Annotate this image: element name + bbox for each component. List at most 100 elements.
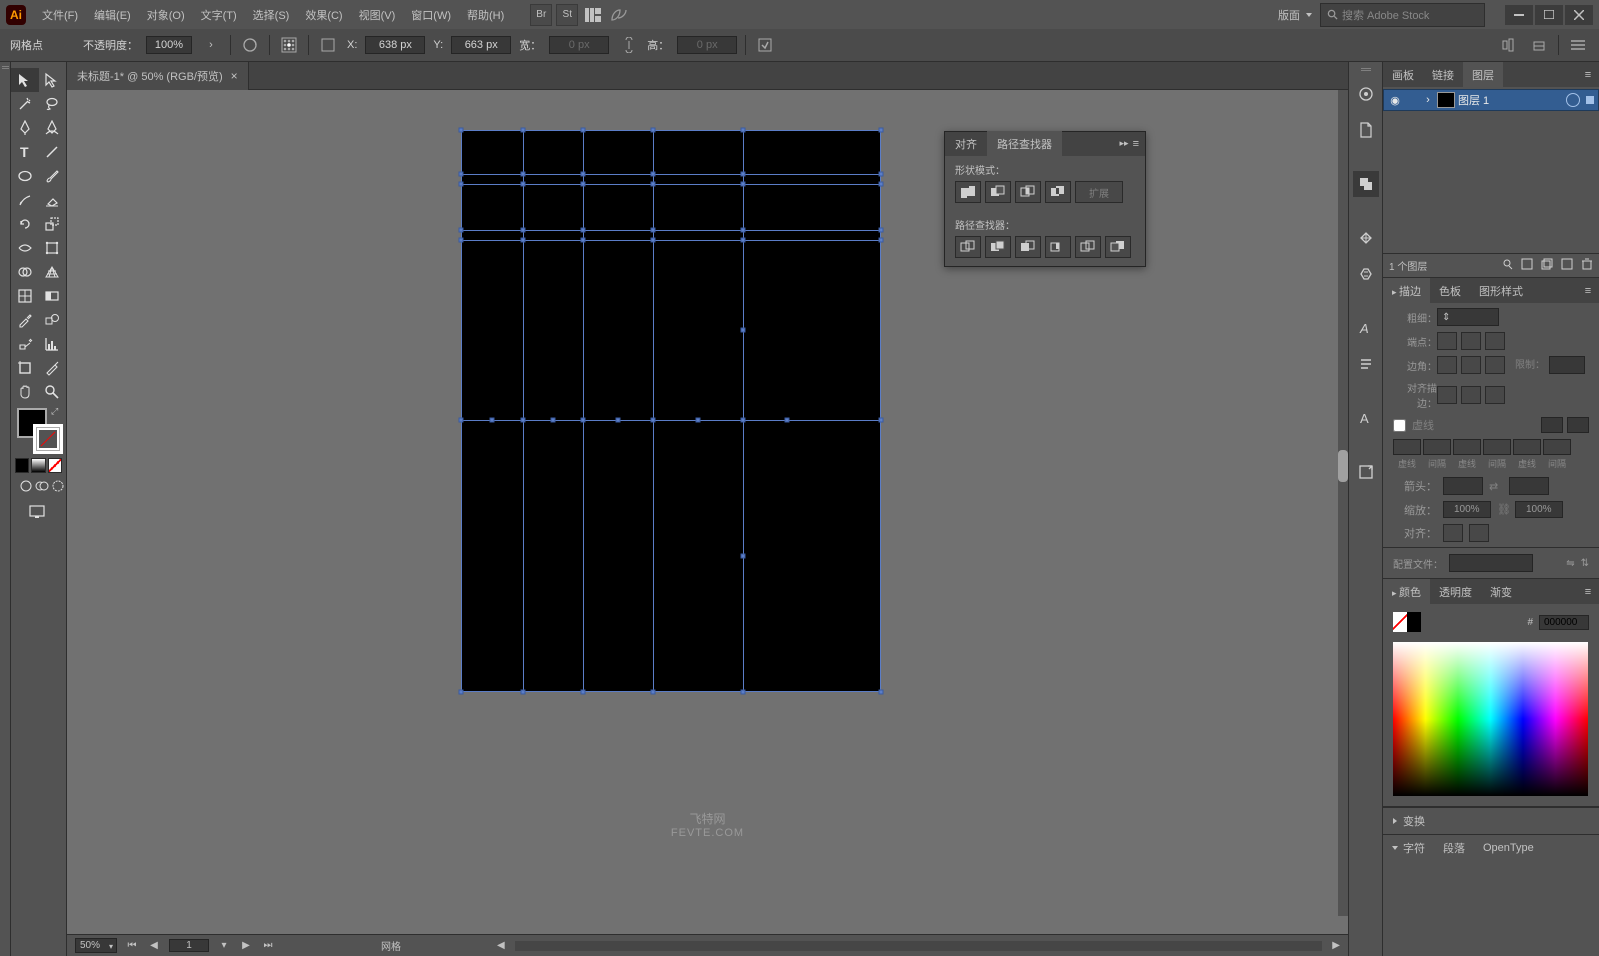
tab-stroke[interactable]: ▸ 描边	[1383, 278, 1430, 304]
h-scrollbar[interactable]	[515, 941, 1323, 951]
gap-3[interactable]	[1543, 439, 1571, 455]
draw-behind-icon[interactable]	[35, 479, 49, 493]
expand-layer-icon[interactable]: ›	[1418, 94, 1438, 106]
tab-artboard[interactable]: 画板	[1383, 62, 1423, 88]
dash-1[interactable]	[1393, 439, 1421, 455]
arrow-start[interactable]	[1443, 477, 1483, 495]
menu-window[interactable]: 窗口(W)	[403, 1, 459, 29]
tab-align[interactable]: 对齐	[945, 131, 987, 157]
menu-help[interactable]: 帮助(H)	[459, 1, 512, 29]
menu-edit[interactable]: 编辑(E)	[86, 1, 139, 29]
pen-tool[interactable]	[11, 116, 39, 140]
document-tab[interactable]: 未标题-1* @ 50% (RGB/预览) ×	[67, 62, 249, 90]
profile-select[interactable]	[1449, 554, 1533, 572]
last-page-icon[interactable]: ⏭	[261, 939, 275, 953]
selection-tool[interactable]	[11, 68, 39, 92]
pf-crop[interactable]	[1045, 236, 1071, 258]
rotate-tool[interactable]	[11, 212, 39, 236]
screen-mode-icon[interactable]	[11, 497, 66, 522]
dash-2[interactable]	[1453, 439, 1481, 455]
line-tool[interactable]	[39, 140, 67, 164]
fill-stroke-proxy[interactable]: ⤢	[11, 404, 66, 456]
scale-tool[interactable]	[39, 212, 67, 236]
menu-file[interactable]: 文件(F)	[34, 1, 86, 29]
y-input[interactable]	[451, 36, 511, 54]
eyedropper-tool[interactable]	[11, 308, 39, 332]
v-scrollbar[interactable]	[1338, 90, 1348, 916]
gap-2[interactable]	[1483, 439, 1511, 455]
curvature-tool[interactable]	[39, 116, 67, 140]
visibility-toggle-icon[interactable]: ◉	[1384, 94, 1406, 107]
tab-graphic-styles[interactable]: 图形样式	[1470, 278, 1532, 304]
flip-v-icon[interactable]: ⇅	[1581, 558, 1589, 569]
tab-pathfinder[interactable]: 路径查找器	[987, 131, 1062, 157]
document-icon[interactable]	[1353, 117, 1379, 143]
new-layer-icon[interactable]	[1561, 258, 1573, 273]
h-input[interactable]	[677, 36, 737, 54]
recolor-icon[interactable]	[239, 34, 261, 56]
layers-panel-menu-icon[interactable]: ≡	[1581, 69, 1595, 81]
pf-trim[interactable]	[985, 236, 1011, 258]
link-scale-icon[interactable]: ⛓	[1497, 503, 1509, 516]
delete-layer-icon[interactable]	[1581, 258, 1593, 273]
gradient-tool[interactable]	[39, 284, 67, 308]
ellipse-tool[interactable]	[11, 164, 39, 188]
arrow-end[interactable]	[1509, 477, 1549, 495]
gpu-icon[interactable]	[608, 4, 630, 26]
align-center[interactable]	[1437, 386, 1457, 404]
accordion-transform[interactable]: 变换	[1383, 807, 1599, 834]
locate-icon[interactable]	[1501, 258, 1513, 273]
pf-divide[interactable]	[955, 236, 981, 258]
pathfinder-icon[interactable]	[1353, 171, 1379, 197]
paintbrush-tool[interactable]	[39, 164, 67, 188]
align-panel-icon[interactable]	[1498, 34, 1520, 56]
menu-select[interactable]: 选择(S)	[245, 1, 298, 29]
tab-swatches[interactable]: 色板	[1430, 278, 1470, 304]
cap-square[interactable]	[1485, 332, 1505, 350]
swap-arrows-icon[interactable]: ⇄	[1489, 480, 1503, 493]
tab-close-icon[interactable]: ×	[231, 69, 238, 83]
accordion-character[interactable]: 字符 段落 OpenType	[1383, 834, 1599, 861]
link-wh-icon[interactable]	[617, 34, 639, 56]
scale-end[interactable]: 100%	[1515, 501, 1563, 518]
limit-input[interactable]	[1549, 356, 1585, 374]
dash-align-icon[interactable]	[1567, 417, 1589, 433]
isolate-icon[interactable]	[754, 34, 776, 56]
panel-menu-icon[interactable]	[1567, 34, 1589, 56]
h-scrollbar-right[interactable]: ▶	[1332, 940, 1340, 951]
menu-effect[interactable]: 效果(C)	[297, 1, 350, 29]
direct-selection-tool[interactable]	[39, 68, 67, 92]
first-page-icon[interactable]: ⏮	[125, 939, 139, 953]
character-icon[interactable]: A	[1353, 315, 1379, 341]
weight-select[interactable]: ⇕	[1437, 308, 1499, 326]
arrowalign-extend[interactable]	[1443, 524, 1463, 542]
align-outside[interactable]	[1485, 386, 1505, 404]
magic-wand-tool[interactable]	[11, 92, 39, 116]
type-tool[interactable]: T	[11, 140, 39, 164]
pf-merge[interactable]	[1015, 236, 1041, 258]
flip-h-icon[interactable]: ⇋	[1566, 558, 1574, 569]
pencil-tool[interactable]	[11, 188, 39, 212]
h-scrollbar-left[interactable]: ◀	[497, 940, 505, 951]
pf-intersect[interactable]	[1015, 181, 1041, 203]
new-sublayer-icon[interactable]	[1541, 258, 1553, 273]
w-input[interactable]	[549, 36, 609, 54]
corner-bevel[interactable]	[1485, 356, 1505, 374]
zoom-select[interactable]: 50%▾	[75, 938, 117, 953]
pf-expand[interactable]: 扩展	[1075, 181, 1123, 203]
layer-color-swatch[interactable]	[1438, 93, 1454, 107]
dash-exact-icon[interactable]	[1541, 417, 1563, 433]
artboard[interactable]	[461, 130, 881, 692]
symbols-icon[interactable]	[1353, 261, 1379, 287]
glyphs-icon[interactable]: A	[1353, 405, 1379, 431]
stroke-box[interactable]	[33, 424, 63, 454]
stroke-panel-menu-icon[interactable]: ≡	[1581, 285, 1595, 297]
stock-icon[interactable]: St	[556, 4, 578, 26]
tab-transparency[interactable]: 透明度	[1430, 579, 1481, 605]
menu-view[interactable]: 视图(V)	[351, 1, 404, 29]
export-icon[interactable]	[1353, 459, 1379, 485]
color-swatch-proxy[interactable]	[1393, 612, 1421, 632]
tab-color[interactable]: ▸ 颜色	[1383, 579, 1430, 605]
layer-name[interactable]: 图层 1	[1458, 92, 1566, 108]
color-panel-menu-icon[interactable]: ≡	[1581, 586, 1595, 598]
